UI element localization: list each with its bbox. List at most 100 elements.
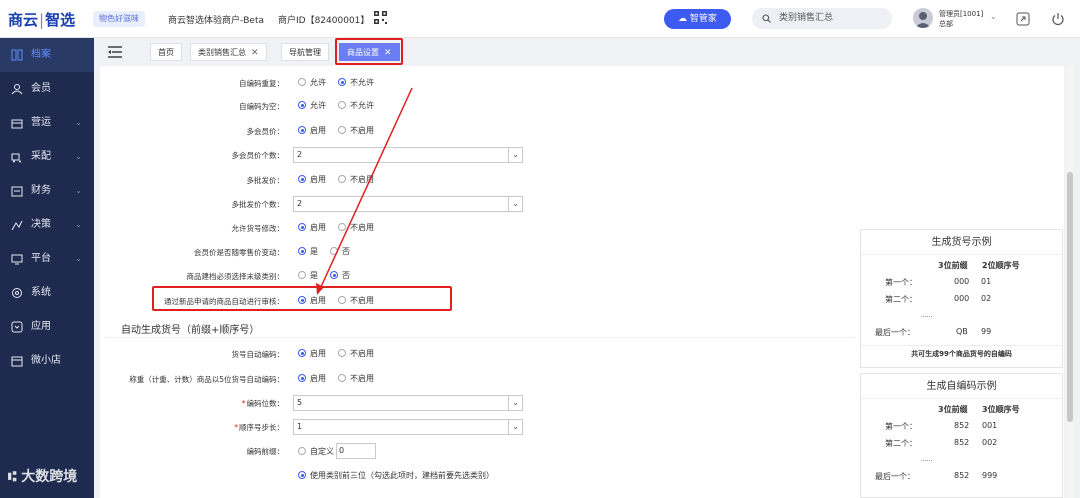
setting-label: *顺序号步长：: [234, 423, 284, 432]
power-icon[interactable]: [1051, 12, 1065, 26]
radio-option[interactable]: 是: [298, 270, 318, 281]
search-input[interactable]: 类别销售汇总: [752, 8, 892, 29]
radio-button[interactable]: [330, 247, 338, 255]
setting-select[interactable]: 2 ⌄: [293, 196, 523, 212]
radio-option[interactable]: 启用: [298, 174, 326, 185]
sku-example-panel: 生成货号示例 3位前缀 2位顺序号 第一个： 000 01 第二个： 000 0…: [860, 229, 1063, 368]
row-prefix: 852: [954, 471, 970, 480]
setting-options: 启用 不启用: [298, 125, 386, 136]
setting-row: 多会员价个数： 2 ⌄: [0, 147, 523, 164]
radio-button[interactable]: [338, 78, 346, 86]
radio-button[interactable]: [330, 271, 338, 279]
radio-option[interactable]: 启用: [298, 222, 326, 233]
radio-option[interactable]: 启用: [298, 348, 326, 359]
radio-button[interactable]: [298, 349, 306, 357]
tab-nav-management[interactable]: 导航管理: [281, 43, 329, 61]
row-prefix: 852: [954, 438, 970, 447]
radio-button[interactable]: [298, 471, 306, 479]
setting-row: 使用类别前三位（勾选此项时，建档前要先选类别）: [0, 469, 520, 485]
radio-option[interactable]: 是: [298, 246, 318, 257]
radio-option[interactable]: 允许: [298, 100, 326, 111]
panel-footer: 共可生成99个商品货号的自编码: [861, 345, 1062, 362]
row-seq: 99: [981, 327, 992, 336]
sidebar-item-0[interactable]: 档案: [0, 38, 94, 72]
radio-option[interactable]: 自定义: [298, 446, 334, 457]
radio-button[interactable]: [298, 247, 306, 255]
setting-options: 启用 不启用: [298, 222, 386, 233]
avatar[interactable]: [913, 8, 933, 28]
radio-button[interactable]: [298, 175, 306, 183]
menu-collapse-icon[interactable]: [108, 46, 122, 58]
row-prefix: QB: [956, 327, 968, 336]
radio-button[interactable]: [298, 78, 306, 86]
setting-label: 商品建档必须选择末级类别：: [186, 272, 285, 281]
radio-button[interactable]: [338, 101, 346, 109]
column-header: 3位顺序号: [982, 405, 1020, 414]
panel-title: 生成货号示例: [861, 230, 1062, 255]
prefix-input[interactable]: 0: [336, 443, 376, 459]
setting-options: 启用 不启用: [298, 348, 386, 359]
setting-row: 称重（计重、计数）商品以5位货号自动编码： 启用 不启用: [0, 372, 520, 388]
radio-option[interactable]: 不启用: [338, 125, 374, 136]
qr-code-icon[interactable]: [374, 11, 387, 24]
radio-button[interactable]: [298, 374, 306, 382]
radio-option[interactable]: 不启用: [338, 373, 374, 384]
radio-button[interactable]: [298, 223, 306, 231]
setting-row: 自编码重复： 允许 不允许: [0, 76, 520, 92]
tab-bar: 首页 类别销售汇总 ✕ 导航管理 商品设置 ✕: [94, 38, 1080, 66]
radio-option[interactable]: 启用: [298, 125, 326, 136]
radio-option[interactable]: 不允许: [338, 77, 374, 88]
setting-label: 允许货号修改：: [231, 224, 285, 233]
radio-option[interactable]: 不启用: [338, 222, 374, 233]
radio-button[interactable]: [338, 126, 346, 134]
row-name: 第二个：: [885, 439, 917, 448]
setting-select[interactable]: 1 ⌄: [293, 419, 523, 435]
row-name: 第一个：: [885, 278, 917, 287]
section-title: 自动生成货号（前缀+顺序号）: [121, 325, 260, 336]
user-menu[interactable]: 管理员[1001] 总部: [939, 9, 983, 29]
radio-option[interactable]: 使用类别前三位（勾选此项时，建档前要先选类别）: [298, 470, 494, 481]
fullscreen-icon[interactable]: [1016, 12, 1030, 26]
radio-button[interactable]: [338, 374, 346, 382]
setting-options: 启用 不启用: [298, 174, 386, 185]
radio-option[interactable]: 启用: [298, 373, 326, 384]
radio-option[interactable]: 不允许: [338, 100, 374, 111]
radio-option[interactable]: 不启用: [338, 174, 374, 185]
setting-select[interactable]: 5 ⌄: [293, 395, 523, 411]
radio-option[interactable]: 否: [330, 270, 350, 281]
assistant-button[interactable]: ☁ 智管家: [664, 9, 731, 29]
slogan-badge: 物色好滋味: [93, 11, 145, 27]
chevron-down-icon: ⌄: [508, 420, 522, 434]
radio-option[interactable]: 不启用: [338, 348, 374, 359]
sidebar-item-8[interactable]: 应用: [0, 310, 94, 344]
code-example-panel: 生成自编码示例 3位前缀 3位顺序号 第一个： 852 001 第二个： 852…: [860, 373, 1063, 498]
watermark: ⑆ 大数跨境: [8, 469, 78, 485]
setting-row: *编码位数： 5 ⌄: [0, 395, 523, 412]
setting-options: 启用 不启用: [298, 373, 386, 384]
logo[interactable]: 商云|智选: [8, 9, 75, 30]
row-name: 最后一个：: [875, 472, 915, 481]
radio-button[interactable]: [298, 101, 306, 109]
radio-option[interactable]: 允许: [298, 77, 326, 88]
chevron-down-icon: ⌄: [508, 148, 522, 162]
column-header: 2位顺序号: [982, 261, 1020, 270]
radio-button[interactable]: [338, 175, 346, 183]
setting-label: 自编码重复：: [239, 79, 284, 88]
setting-row: *顺序号步长： 1 ⌄: [0, 419, 523, 436]
scrollbar-thumb[interactable]: [1067, 172, 1073, 422]
setting-select[interactable]: 2 ⌄: [293, 147, 523, 163]
setting-row: 多会员价： 启用 不启用: [0, 124, 520, 140]
radio-button[interactable]: [298, 271, 306, 279]
row-name: 最后一个：: [875, 328, 915, 337]
radio-button[interactable]: [298, 446, 306, 455]
tab-category-sales[interactable]: 类别销售汇总 ✕: [190, 43, 267, 61]
tab-home[interactable]: 首页: [150, 43, 182, 61]
panel-title: 生成自编码示例: [861, 374, 1062, 399]
app-root: { "header": { "logo_main": "商云", "logo_s…: [0, 0, 1080, 498]
radio-button[interactable]: [338, 223, 346, 231]
radio-option[interactable]: 否: [330, 246, 350, 257]
close-icon[interactable]: ✕: [251, 48, 259, 58]
radio-button[interactable]: [298, 126, 306, 134]
radio-button[interactable]: [338, 349, 346, 357]
row-seq: 999: [982, 471, 998, 480]
